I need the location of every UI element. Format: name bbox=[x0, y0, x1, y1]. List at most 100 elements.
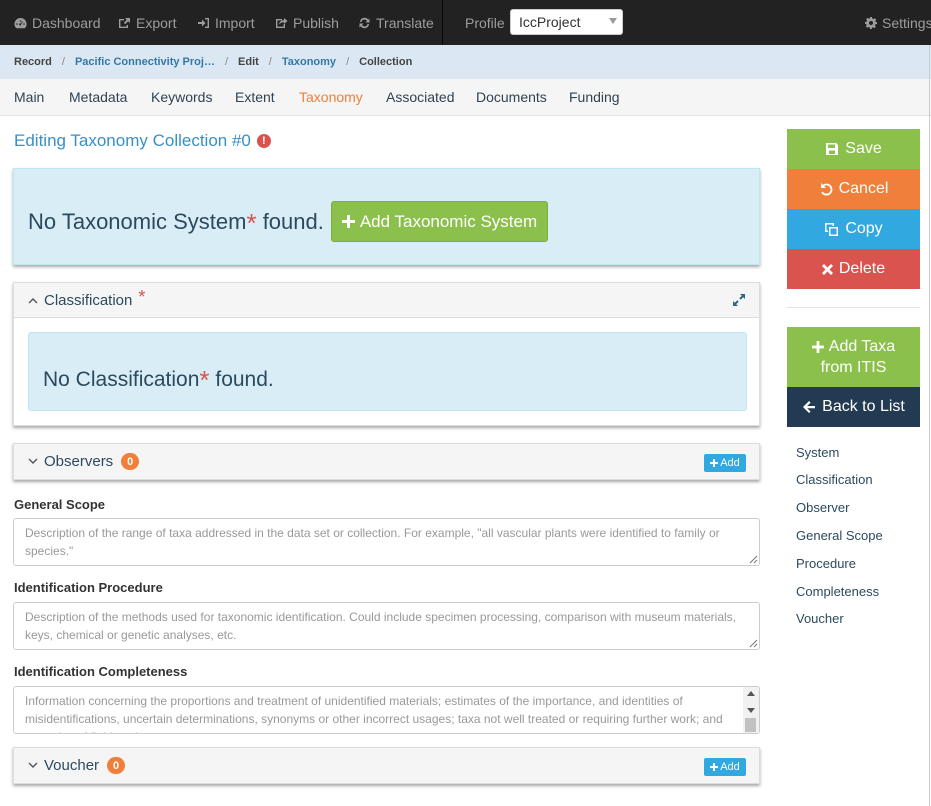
breadcrumb-collection: Collection bbox=[359, 56, 413, 68]
plus-icon bbox=[341, 215, 355, 228]
breadcrumb-record: Record bbox=[14, 56, 52, 68]
chevron-down-icon bbox=[609, 18, 617, 24]
sidebar-link-observer[interactable]: Observer bbox=[796, 500, 849, 515]
save-button[interactable]: Save bbox=[787, 129, 920, 169]
required-asterisk: * bbox=[199, 365, 210, 395]
identification-procedure-textarea[interactable]: Description of the methods used for taxo… bbox=[13, 602, 760, 650]
copy-label: Copy bbox=[845, 220, 883, 237]
nav-export[interactable]: Export bbox=[118, 0, 176, 45]
general-scope-label: General Scope bbox=[14, 497, 106, 512]
save-label: Save bbox=[845, 140, 882, 157]
add-observer-label: Add bbox=[720, 457, 740, 469]
profile-label: Profile bbox=[465, 14, 505, 31]
sidebar-divider bbox=[787, 307, 920, 308]
add-taxa-label-2: from ITIS bbox=[820, 359, 887, 376]
sidebar-link-classification[interactable]: Classification bbox=[796, 472, 873, 487]
add-taxonomic-system-button[interactable]: Add Taxonomic System bbox=[331, 201, 548, 242]
nav-translate[interactable]: Translate bbox=[358, 0, 434, 45]
textarea-scrollbar[interactable] bbox=[743, 687, 759, 733]
identification-completeness-placeholder: Information concerning the proportions a… bbox=[25, 694, 723, 733]
taxonomic-system-message: No Taxonomic System* found. bbox=[28, 205, 324, 238]
cancel-button[interactable]: Cancel bbox=[787, 169, 920, 209]
sidebar-link-voucher[interactable]: Voucher bbox=[796, 611, 844, 626]
taxonomic-system-box: No Taxonomic System* found. Add Taxonomi… bbox=[13, 168, 760, 265]
classification-panel-header[interactable]: Classification * bbox=[14, 283, 759, 318]
observers-panel: Observers 0 Add bbox=[13, 443, 760, 480]
nav-publish[interactable]: Publish bbox=[275, 0, 339, 45]
chevron-down-icon bbox=[28, 458, 38, 464]
classification-found: found. bbox=[209, 368, 274, 391]
back-to-list-button[interactable]: Back to List bbox=[787, 387, 920, 427]
nav-translate-label: Translate bbox=[376, 14, 434, 31]
resize-grip-icon[interactable] bbox=[749, 639, 758, 648]
delete-button[interactable]: Delete bbox=[787, 249, 920, 289]
window-edge bbox=[929, 45, 930, 806]
publish-icon bbox=[276, 17, 288, 28]
plus-icon bbox=[710, 763, 719, 771]
add-voucher-button[interactable]: Add bbox=[704, 758, 746, 776]
add-observer-button[interactable]: Add bbox=[704, 454, 746, 472]
dashboard-icon bbox=[14, 17, 27, 28]
resize-grip-icon[interactable] bbox=[749, 555, 758, 564]
sidebar-link-system[interactable]: System bbox=[796, 445, 839, 460]
observers-title: Observers bbox=[44, 453, 114, 470]
scrollbar-thumb[interactable] bbox=[745, 718, 756, 732]
tab-extent[interactable]: Extent bbox=[235, 79, 275, 115]
scroll-up-icon[interactable] bbox=[747, 691, 755, 696]
taxonomic-system-found: found. bbox=[256, 209, 324, 234]
add-taxa-label-1: Add Taxa bbox=[828, 338, 896, 355]
copy-icon bbox=[825, 222, 839, 236]
copy-button[interactable]: Copy bbox=[787, 209, 920, 249]
identification-procedure-label: Identification Procedure bbox=[14, 580, 163, 595]
voucher-panel: Voucher 0 Add bbox=[13, 747, 760, 784]
undo-icon bbox=[820, 183, 833, 196]
breadcrumb-taxonomy[interactable]: Taxonomy bbox=[282, 56, 336, 68]
tab-funding[interactable]: Funding bbox=[569, 79, 620, 115]
sidebar-link-general-scope[interactable]: General Scope bbox=[796, 528, 883, 543]
add-taxonomic-system-label: Add Taxonomic System bbox=[359, 211, 538, 231]
voucher-title: Voucher bbox=[44, 757, 100, 774]
nav-dashboard[interactable]: Dashboard bbox=[14, 0, 101, 45]
scroll-down-icon[interactable] bbox=[747, 708, 755, 713]
error-icon: ! bbox=[256, 134, 271, 148]
nav-import[interactable]: Import bbox=[197, 0, 255, 45]
page-title: Editing Taxonomy Collection #0 ! bbox=[14, 131, 271, 151]
profile-select[interactable]: IccProject bbox=[510, 9, 623, 35]
identification-procedure-placeholder: Description of the methods used for taxo… bbox=[25, 610, 737, 642]
sidebar-link-completeness[interactable]: Completeness bbox=[796, 584, 879, 599]
classification-empty-box: No Classification* found. bbox=[28, 332, 747, 411]
breadcrumb-separator: / bbox=[61, 56, 65, 68]
sidebar-link-procedure[interactable]: Procedure bbox=[796, 556, 856, 571]
classification-text: No Classification bbox=[43, 368, 200, 391]
profile-select-value: IccProject bbox=[519, 14, 581, 30]
identification-completeness-label: Identification Completeness bbox=[14, 664, 188, 679]
floppy-disk-icon bbox=[826, 143, 839, 155]
breadcrumb-project[interactable]: Pacific Connectivity Proj… bbox=[75, 56, 215, 68]
tab-metadata[interactable]: Metadata bbox=[69, 79, 127, 115]
voucher-panel-header[interactable]: Voucher 0 Add bbox=[14, 748, 759, 783]
tab-main[interactable]: Main bbox=[14, 79, 44, 115]
tab-keywords[interactable]: Keywords bbox=[151, 79, 212, 115]
arrow-left-icon bbox=[803, 401, 816, 413]
record-tabs: Main Metadata Keywords Extent Taxonomy A… bbox=[0, 79, 931, 116]
nav-settings[interactable]: Settings bbox=[865, 0, 931, 45]
add-taxa-from-itis-button[interactable]: Add Taxa from ITIS bbox=[787, 327, 920, 387]
general-scope-textarea[interactable]: Description of the range of taxa address… bbox=[13, 518, 760, 566]
close-icon bbox=[821, 263, 833, 275]
tab-associated[interactable]: Associated bbox=[386, 79, 454, 115]
chevron-down-icon bbox=[28, 762, 38, 768]
expand-icon[interactable] bbox=[732, 293, 746, 307]
observers-count-badge: 0 bbox=[121, 453, 140, 470]
nav-dashboard-label: Dashboard bbox=[32, 14, 101, 31]
cancel-label: Cancel bbox=[838, 180, 889, 197]
taxonomic-system-text: No Taxonomic System bbox=[28, 209, 247, 234]
identification-completeness-textarea[interactable]: Information concerning the proportions a… bbox=[13, 686, 760, 734]
breadcrumb-separator: / bbox=[346, 56, 350, 68]
tab-documents[interactable]: Documents bbox=[476, 79, 547, 115]
nav-publish-label: Publish bbox=[293, 14, 339, 31]
classification-message: No Classification* found. bbox=[43, 362, 274, 395]
back-to-list-label: Back to List bbox=[822, 398, 905, 415]
tab-taxonomy[interactable]: Taxonomy bbox=[299, 79, 363, 115]
chevron-up-icon bbox=[28, 297, 38, 303]
observers-panel-header[interactable]: Observers 0 Add bbox=[14, 444, 759, 479]
